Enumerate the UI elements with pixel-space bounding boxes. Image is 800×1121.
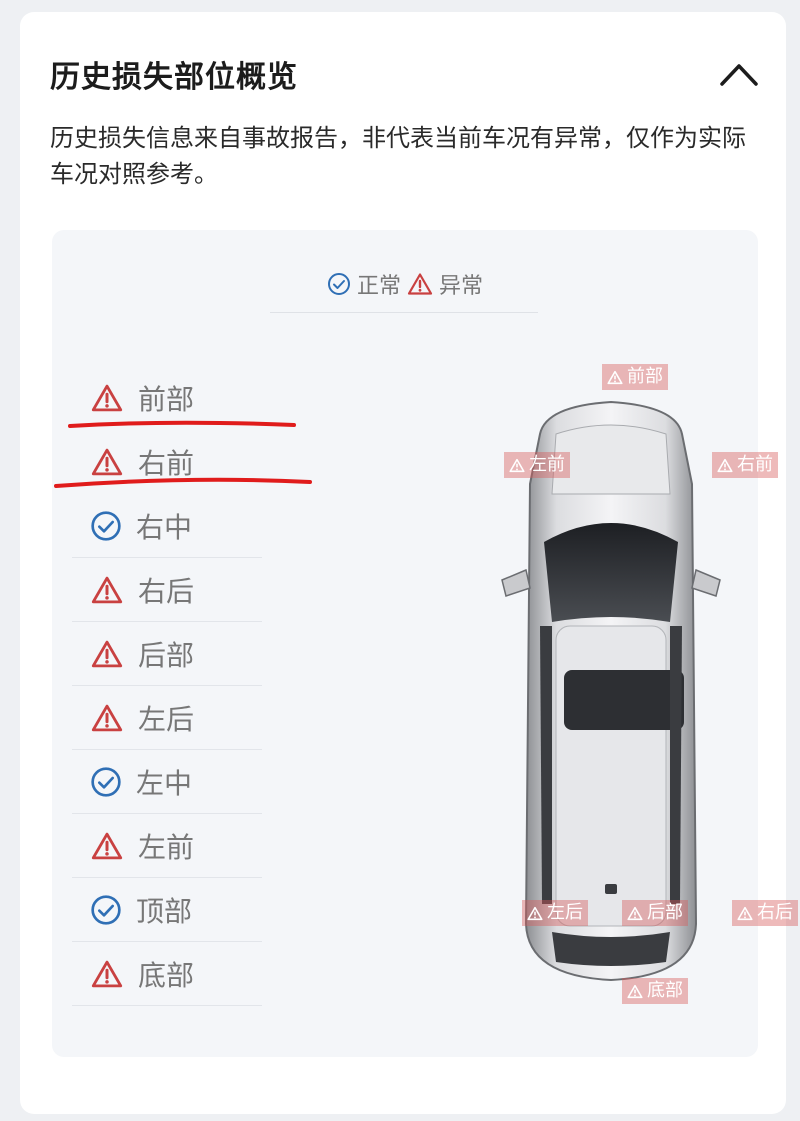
warning-icon bbox=[627, 906, 643, 920]
car-tag-right-rear: 右后 bbox=[732, 900, 798, 926]
car-tag-left-rear: 左后 bbox=[522, 900, 588, 926]
collapse-button[interactable] bbox=[716, 56, 762, 92]
warning-icon bbox=[607, 370, 623, 384]
check-circle-icon bbox=[327, 273, 350, 295]
section-title: 历史损失部位概览 bbox=[50, 60, 298, 95]
car-tag-left-rear-label: 左后 bbox=[547, 902, 583, 923]
part-row: 右中 bbox=[72, 494, 262, 558]
part-label: 右后 bbox=[138, 574, 195, 608]
part-label: 底部 bbox=[138, 958, 195, 992]
damage-panel: 正常 异常 前部 右前 右中 右后 后部 左后 左中 左前 顶部 底部 前部 左… bbox=[52, 230, 798, 1057]
legend-normal: 正常 bbox=[327, 268, 401, 300]
car-diagram: 前部 左前 右前 左后 后部 右后 底部 bbox=[456, 364, 798, 1004]
part-label: 左中 bbox=[136, 766, 193, 800]
legend: 正常 异常 bbox=[52, 268, 758, 300]
warning-icon bbox=[91, 960, 123, 987]
warning-icon bbox=[407, 273, 433, 295]
car-tag-front: 前部 bbox=[602, 364, 668, 390]
red-annotation-marks bbox=[54, 420, 312, 488]
check-circle-icon bbox=[91, 766, 121, 797]
car-tag-front-label: 前部 bbox=[627, 366, 663, 387]
car-tag-right-front-label: 右前 bbox=[737, 454, 773, 475]
part-row: 左中 bbox=[72, 750, 262, 814]
car-tag-right-rear-label: 右后 bbox=[757, 902, 793, 923]
legend-abnormal-label: 异常 bbox=[439, 274, 484, 299]
part-label: 左前 bbox=[138, 830, 195, 864]
car-tag-rear: 后部 bbox=[622, 900, 688, 926]
car-tag-rear-label: 后部 bbox=[647, 902, 683, 923]
legend-divider bbox=[270, 312, 538, 313]
warning-icon bbox=[91, 640, 123, 667]
legend-normal-label: 正常 bbox=[356, 274, 401, 299]
part-row: 底部 bbox=[72, 942, 262, 1006]
car-tag-left-front-label: 左前 bbox=[529, 454, 565, 475]
part-label: 顶部 bbox=[136, 894, 193, 928]
warning-icon bbox=[91, 704, 123, 731]
warning-icon bbox=[527, 906, 543, 920]
part-label: 左后 bbox=[138, 702, 195, 736]
warning-icon bbox=[509, 458, 525, 472]
warning-icon bbox=[91, 832, 123, 859]
warning-icon bbox=[717, 458, 733, 472]
check-circle-icon bbox=[91, 510, 121, 541]
car-tag-right-front: 右前 bbox=[712, 452, 778, 478]
part-row: 左前 bbox=[72, 814, 262, 878]
part-row: 顶部 bbox=[72, 878, 262, 942]
part-label: 后部 bbox=[138, 638, 195, 672]
check-circle-icon bbox=[91, 894, 121, 925]
car-tag-bottom-label: 底部 bbox=[647, 980, 683, 1001]
chevron-up-icon bbox=[720, 64, 758, 86]
warning-icon bbox=[91, 384, 123, 412]
warning-icon bbox=[737, 906, 753, 920]
part-row: 右后 bbox=[72, 558, 262, 622]
warning-icon bbox=[627, 984, 643, 998]
description-text: 历史损失信息来自事故报告，非代表当前车况有异常，仅作为实际车况对照参考。 bbox=[50, 124, 746, 188]
part-row: 左后 bbox=[72, 686, 262, 750]
part-label: 右中 bbox=[136, 510, 193, 544]
warning-icon bbox=[91, 576, 123, 603]
car-tag-left-front: 左前 bbox=[504, 452, 570, 478]
part-row: 后部 bbox=[72, 622, 262, 686]
car-tag-bottom: 底部 bbox=[622, 978, 688, 1004]
legend-abnormal: 异常 bbox=[407, 268, 483, 300]
damage-overview-card: 历史损失部位概览 历史损失信息来自事故报告，非代表当前车况有异常，仅作为实际车况… bbox=[20, 12, 798, 1114]
